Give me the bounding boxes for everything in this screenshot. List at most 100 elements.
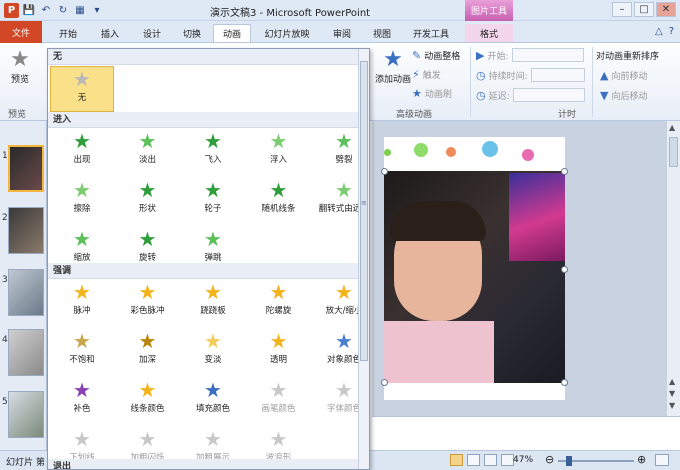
undo-icon[interactable]: ↶	[39, 4, 53, 18]
notes-pane[interactable]	[372, 416, 680, 450]
slide-thumbnail[interactable]	[8, 269, 44, 316]
resize-handle[interactable]	[561, 379, 568, 386]
slide-editing-area	[372, 121, 666, 416]
photo-subject	[390, 201, 486, 241]
slide-thumbnail[interactable]	[8, 391, 44, 438]
timing-group-label: 计时	[558, 110, 577, 120]
tab-transitions[interactable]: 切换	[176, 24, 208, 42]
collapse-ribbon-icon[interactable]: △	[655, 26, 663, 37]
slide-sorter-icon[interactable]	[467, 454, 480, 466]
zoom-in-icon[interactable]: ⊕	[637, 453, 646, 466]
section-entrance-header: 进入	[48, 112, 359, 128]
tab-format[interactable]: 格式	[465, 24, 513, 42]
powerpoint-app-icon[interactable]: P	[4, 3, 19, 18]
animation-item[interactable]: ★ 飞入	[181, 129, 245, 175]
animation-item[interactable]: ★ 不饱和	[50, 329, 114, 375]
start-dropdown[interactable]	[511, 48, 584, 62]
resize-handle[interactable]	[381, 168, 388, 175]
animation-item[interactable]: ★ 陀螺旋	[247, 280, 311, 326]
redo-icon[interactable]: ↻	[56, 4, 70, 18]
tab-animations[interactable]: 动画	[213, 24, 251, 42]
tab-view[interactable]: 视图	[366, 24, 398, 42]
chart-icon[interactable]: ▦	[73, 4, 87, 18]
save-icon[interactable]: 💾	[22, 4, 36, 18]
duration-control[interactable]: ◷ 持续时间:	[476, 68, 585, 82]
close-icon[interactable]: ✕	[656, 2, 676, 17]
animation-item[interactable]: ★ 擦除	[50, 178, 114, 224]
title-bar: P 💾 ↶ ↻ ▦ ▾ 演示文稿3 - Microsoft PowerPoint…	[0, 0, 680, 21]
animation-none-item[interactable]: ★ 无	[50, 66, 114, 112]
delay-field[interactable]	[512, 88, 585, 102]
minimize-icon[interactable]: –	[612, 2, 632, 17]
slide-thumbnail[interactable]	[8, 145, 44, 192]
fit-to-window-icon[interactable]	[655, 454, 669, 466]
resize-handle[interactable]	[381, 379, 388, 386]
tab-home[interactable]: 开始	[52, 24, 84, 42]
animation-item[interactable]: ★ 填充颜色	[181, 378, 245, 424]
animation-item[interactable]: ★ 轮子	[181, 178, 245, 224]
animation-item[interactable]: ★ 透明	[247, 329, 311, 375]
maximize-icon[interactable]: □	[634, 2, 654, 17]
animation-item[interactable]: ★ 随机线条	[247, 178, 311, 224]
tab-insert[interactable]: 插入	[94, 24, 126, 42]
start-label: 开始:	[487, 51, 509, 62]
animation-item[interactable]: ★ 补色	[50, 378, 114, 424]
slide-number: 2	[2, 213, 8, 223]
gallery-scroll-thumb[interactable]	[360, 61, 368, 361]
animation-brush-label: 动画刷	[424, 90, 452, 100]
move-earlier-button[interactable]: ▲ 向前移动	[600, 69, 647, 82]
animation-item[interactable]: ★ 变淡	[181, 329, 245, 375]
photo-subject	[384, 321, 494, 383]
tab-developer[interactable]: 开发工具	[408, 24, 454, 42]
customize-qat-icon[interactable]: ▾	[90, 4, 104, 18]
animation-item[interactable]: ★ 出现	[50, 129, 114, 175]
duration-field[interactable]	[530, 68, 585, 82]
scroll-up-icon[interactable]: ▲	[669, 377, 675, 386]
add-animation-button[interactable]: ★ 添加动画	[373, 47, 413, 85]
slide-number: 4	[2, 335, 8, 345]
resize-handle[interactable]	[561, 168, 568, 175]
animation-brush-button[interactable]: ★ 动画刷	[412, 87, 452, 100]
gallery-scrollbar[interactable]: ≡	[358, 49, 369, 469]
animation-item[interactable]: ★ 浮入	[247, 129, 311, 175]
current-slide[interactable]	[381, 137, 568, 400]
vertical-scrollbar[interactable]: ▲ ▲ ▼ ▼	[666, 121, 680, 416]
scroll-up-icon[interactable]: ▲	[669, 123, 675, 132]
animation-painter-button[interactable]: ✎ 动画整格	[412, 49, 460, 62]
normal-view-icon[interactable]	[450, 454, 463, 466]
zoom-out-icon[interactable]: ⊖	[545, 453, 554, 466]
scroll-thumb[interactable]	[669, 137, 678, 167]
animation-label: 不饱和	[69, 355, 95, 365]
start-control[interactable]: ▶ 开始:	[476, 48, 584, 62]
animation-item[interactable]: ★ 彩色脉冲	[116, 280, 180, 326]
tab-file[interactable]: 文件	[0, 21, 42, 43]
selected-photo[interactable]	[384, 171, 565, 383]
animation-label: 飞入	[204, 155, 222, 165]
preview-button[interactable]: ★ 预览	[4, 47, 36, 85]
animation-item[interactable]: ★ 脉冲	[50, 280, 114, 326]
delay-control[interactable]: ◷ 延迟:	[476, 88, 585, 102]
animation-item[interactable]: ★ 跷跷板	[181, 280, 245, 326]
animation-item[interactable]: ★ 加深	[116, 329, 180, 375]
scroll-down-icon[interactable]: ▼	[669, 389, 675, 398]
tab-design[interactable]: 设计	[136, 24, 168, 42]
slide-thumbnail[interactable]	[8, 329, 44, 376]
tab-review[interactable]: 审阅	[326, 24, 358, 42]
animation-item[interactable]: ★ 线条颜色	[116, 378, 180, 424]
animation-star-icon: ★	[73, 329, 91, 353]
reading-view-icon[interactable]	[484, 454, 497, 466]
trigger-button[interactable]: ⚡ 触发	[412, 68, 441, 81]
zoom-slider-knob[interactable]	[566, 456, 572, 466]
animation-star-icon: ★	[73, 227, 91, 251]
animation-item[interactable]: ★ 淡出	[116, 129, 180, 175]
animation-item[interactable]: ★ 形状	[116, 178, 180, 224]
rotate-handle[interactable]	[384, 149, 391, 156]
slide-thumbnail[interactable]	[8, 207, 44, 254]
help-icon[interactable]: ?	[669, 26, 674, 37]
resize-handle[interactable]	[561, 266, 568, 273]
move-later-button[interactable]: ▼ 向后移动	[600, 89, 647, 102]
zoom-level[interactable]: 47%	[513, 455, 533, 465]
next-slide-icon[interactable]: ▼	[669, 401, 675, 410]
tab-slide-show[interactable]: 幻灯片放映	[258, 24, 316, 42]
preview-label: 预览	[10, 75, 29, 85]
